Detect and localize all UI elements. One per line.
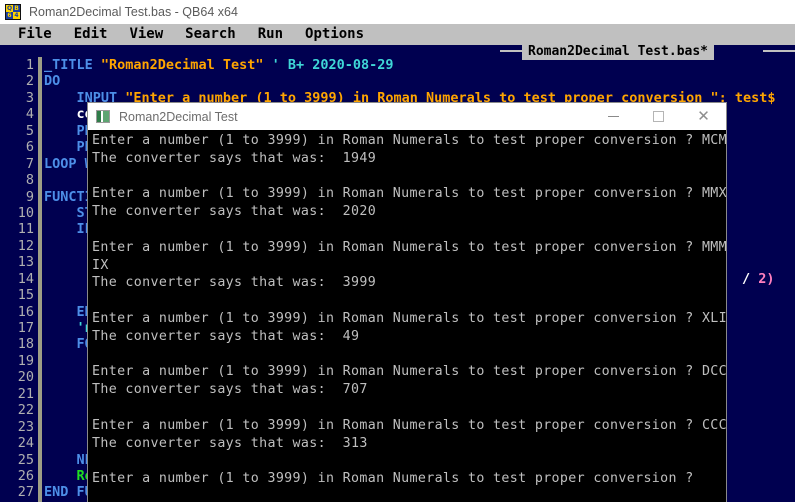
console-line: Enter a number (1 to 3999) in Roman Nume… [92,364,726,380]
menu-item-run[interactable]: Run [258,24,283,45]
line-number: 4 [25,106,34,123]
line-number: 3 [25,89,34,106]
console-line: The converter says that was: 49 [92,328,360,344]
line-number: 1 [25,57,34,73]
line-number: 26 [17,467,34,484]
qb64-icon-4: 4 [13,12,20,19]
console-line: Enter a number (1 to 3999) in Roman Nume… [92,310,726,326]
code-line[interactable]: DO [44,73,795,89]
window-controls: ✕ [591,103,726,130]
console-window[interactable]: Roman2Decimal Test ✕ Enter a number (1 t… [88,103,726,502]
line-number: 24 [17,435,34,452]
editor-tabstrip: Roman2Decimal Test.bas* [0,45,795,60]
code-fragment-right: / 2) [742,271,775,287]
menu-item-edit[interactable]: Edit [74,24,108,45]
code-token: ' B+ 2020-08-29 [263,57,394,73]
minimize-button[interactable] [591,103,636,130]
menu-bar: File Edit View Search Run Options [0,24,795,45]
console-line: The converter says that was: 2020 [92,204,377,220]
qb64-icon-q: Q [6,5,13,12]
qb64-icon: Q B 6 4 [5,4,21,20]
line-number: 13 [17,254,34,271]
line-number: 23 [17,418,34,435]
code-token: "Roman2Decimal Test" [100,57,264,73]
code-token: DO [44,73,61,90]
maximize-button[interactable] [636,103,681,130]
qb64-icon-b: B [13,5,20,12]
console-line: The converter says that was: 1949 [92,150,377,166]
app-screen: Q B 6 4 Roman2Decimal Test.bas - QB64 x6… [0,0,795,502]
line-number: 27 [17,484,34,501]
line-number: 2 [25,73,34,90]
tab-rule-right [763,50,795,52]
maximize-icon [653,111,664,122]
console-line: IX [92,257,109,273]
line-number: 8 [25,172,34,189]
code-line[interactable]: _TITLE "Roman2Decimal Test" ' B+ 2020-08… [44,57,795,73]
line-number: 17 [17,320,34,336]
code-token: _TITLE [44,57,101,73]
line-number: 18 [17,336,34,353]
close-icon: ✕ [697,107,710,125]
line-number: 22 [17,402,34,419]
console-line: Enter a number (1 to 3999) in Roman Nume… [92,239,726,255]
console-output[interactable]: Enter a number (1 to 3999) in Roman Nume… [88,130,726,502]
line-number: 5 [25,122,34,139]
line-number: 25 [17,451,34,468]
qb64-icon-6: 6 [6,12,13,19]
close-button[interactable]: ✕ [681,103,726,130]
console-line: Enter a number (1 to 3999) in Roman Nume… [92,133,726,148]
menu-item-search[interactable]: Search [185,24,236,45]
console-line: Enter a number (1 to 3999) in Roman Nume… [92,471,694,487]
code-token: 2) [750,270,775,287]
line-number: 21 [17,385,34,402]
console-line: The converter says that was: 3999 [92,275,377,291]
code-token: / [742,270,751,287]
tab-rule-left [500,50,522,52]
console-titlebar[interactable]: Roman2Decimal Test ✕ [88,103,726,130]
line-number: 14 [17,270,34,287]
menu-item-options[interactable]: Options [305,24,364,45]
console-line: The converter says that was: 707 [92,382,368,398]
console-window-title: Roman2Decimal Test [119,109,238,124]
console-line: The converter says that was: 313 [92,435,368,451]
menu-item-file[interactable]: File [18,24,52,45]
line-number: 10 [17,204,34,221]
ide-titlebar: Q B 6 4 Roman2Decimal Test.bas - QB64 x6… [0,0,795,24]
menu-item-view[interactable]: View [129,24,163,45]
line-number-gutter: 1 2 3 4 5 6 7 8 9 10 11 12 13 14 15 16 17 18 19 20 21 22 23 24 2… [0,57,38,502]
console-line: Enter a number (1 to 3999) in Roman Nume… [92,417,726,433]
console-line: Enter a number (1 to 3999) in Roman Nume… [92,186,726,202]
line-number: 15 [17,287,34,304]
line-number: 9 [25,188,34,205]
line-number: 6 [25,139,34,156]
line-number: 11 [17,221,34,238]
gutter-divider [38,57,42,502]
line-number: 16 [17,303,34,320]
line-number: 7 [25,155,34,172]
line-number: 12 [17,237,34,254]
line-number: 20 [17,369,34,386]
console-app-icon [96,110,110,123]
ide-window-title: Roman2Decimal Test.bas - QB64 x64 [29,5,238,19]
minimize-icon [608,116,619,117]
line-number: 19 [17,352,34,369]
